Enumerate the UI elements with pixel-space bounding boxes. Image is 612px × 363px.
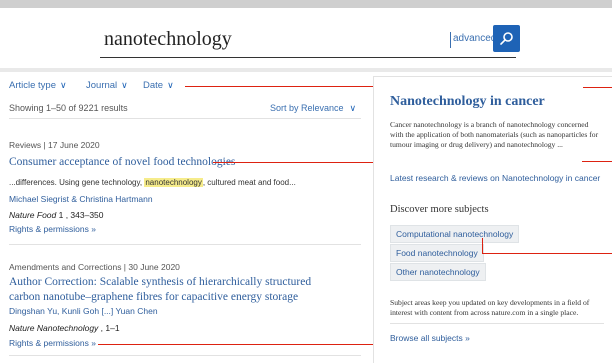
divider <box>9 355 361 356</box>
subject-chip[interactable]: Computational nanotechnology <box>390 225 520 243</box>
chevron-down-icon: ∨ <box>60 80 67 90</box>
latest-research-link[interactable]: Latest research & reviews on Nanotechnol… <box>390 173 600 183</box>
result-title[interactable]: Consumer acceptance of novel food techno… <box>9 155 235 170</box>
result-meta: Reviews | 17 June 2020 <box>9 140 100 150</box>
result-meta: Amendments and Corrections | 30 June 202… <box>9 262 180 272</box>
result-journal: Nature Nanotechnology , 1–1 <box>9 323 120 333</box>
result-journal: Nature Food 1 , 343–350 <box>9 210 104 220</box>
sort-label: Sort by Relevance <box>270 103 344 113</box>
result-title[interactable]: Author Correction: Scalable synthesis of… <box>9 275 339 305</box>
search-highlight: nanotechnology <box>144 178 203 187</box>
panel-description: Cancer nanotechnology is a branch of nan… <box>390 120 599 149</box>
annotation-line <box>582 161 612 162</box>
search-bar: nanotechnology advanced <box>0 8 612 68</box>
results-count: Showing 1–50 of 9221 results <box>9 103 128 113</box>
annotation-line <box>482 253 612 254</box>
divider <box>9 244 361 245</box>
filter-label: Journal <box>86 80 118 91</box>
rights-permissions-link[interactable]: Rights & permissions » <box>9 338 96 348</box>
search-button[interactable] <box>493 25 520 52</box>
search-icon <box>500 32 513 45</box>
panel-title: Nanotechnology in cancer <box>390 94 545 109</box>
panel-note: Subject areas keep you updated on key de… <box>390 298 590 317</box>
filter-journal[interactable]: Journal ∨ <box>86 80 128 91</box>
header-separator <box>0 68 612 72</box>
advanced-search-link[interactable]: advanced <box>453 33 496 44</box>
discover-heading: Discover more subjects <box>390 204 489 215</box>
subject-chip[interactable]: Other nanotechnology <box>390 263 486 281</box>
sort-dropdown[interactable]: Sort by Relevance ∨ <box>270 103 356 114</box>
result-authors[interactable]: Dingshan Yu, Kunli Goh [...] Yuan Chen <box>9 306 158 316</box>
search-underline <box>100 57 516 58</box>
browse-subjects-link[interactable]: Browse all subjects » <box>390 333 470 343</box>
filter-article-type[interactable]: Article type ∨ <box>9 80 67 91</box>
result-snippet: ...differences. Using gene technology, n… <box>9 178 296 187</box>
annotation-line <box>482 238 483 254</box>
divider <box>390 323 604 324</box>
annotation-line <box>583 87 612 88</box>
filter-label: Article type <box>9 80 56 91</box>
chevron-down-icon: ∨ <box>349 103 357 113</box>
rights-permissions-link[interactable]: Rights & permissions » <box>9 224 96 234</box>
advanced-separator <box>450 32 451 48</box>
search-input[interactable]: nanotechnology <box>104 28 232 51</box>
chevron-down-icon: ∨ <box>167 80 174 90</box>
divider <box>9 118 361 119</box>
filter-label: Date <box>143 80 164 91</box>
chevron-down-icon: ∨ <box>121 80 128 90</box>
subject-chip[interactable]: Food nanotechnology <box>390 244 484 262</box>
top-band <box>0 0 612 8</box>
filter-date[interactable]: Date ∨ <box>143 80 174 91</box>
result-authors[interactable]: Michael Siegrist & Christina Hartmann <box>9 194 153 204</box>
